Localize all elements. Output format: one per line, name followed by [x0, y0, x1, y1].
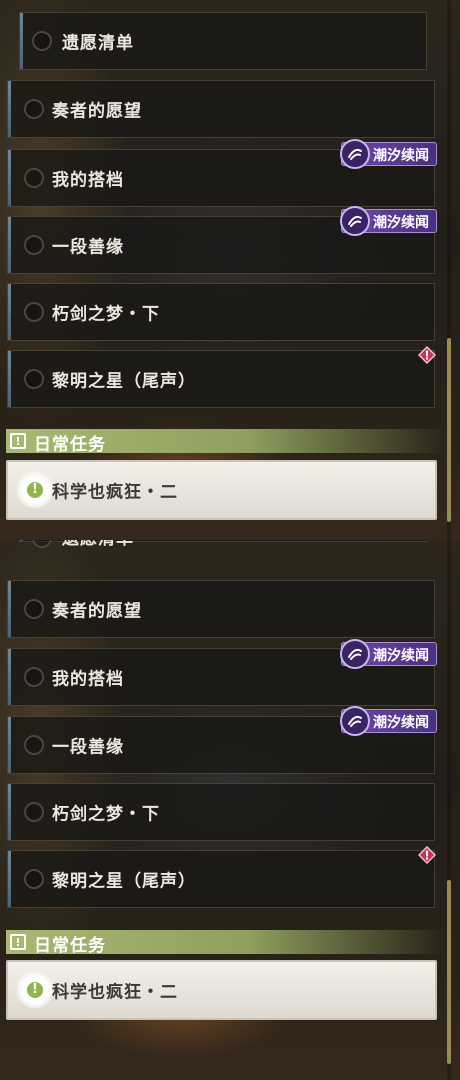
quest-radio	[24, 869, 44, 889]
quest-item-dawn-star[interactable]: 黎明之星（尾声）	[7, 850, 435, 908]
quest-label: 遗愿清单	[62, 540, 134, 549]
daily-section-header: ! 日常任务	[6, 930, 446, 956]
quest-label: 一段善缘	[52, 737, 124, 758]
daily-quest-label: 科学也疯狂・二	[52, 482, 178, 503]
quest-label: 奏者的愿望	[52, 601, 142, 622]
quest-label: 我的搭档	[52, 669, 124, 690]
quest-radio	[24, 802, 44, 822]
tidal-tag: 潮汐续闻	[340, 706, 437, 736]
tidal-tag: 潮汐续闻	[340, 206, 437, 236]
quest-radio	[24, 599, 44, 619]
tidal-swirl-icon	[340, 206, 370, 236]
exclamation-circle-icon: !	[16, 971, 54, 1009]
daily-quest-item[interactable]: ! 科学也疯狂・二	[6, 460, 437, 520]
quest-item-dawn-star[interactable]: 黎明之星（尾声）	[7, 350, 435, 408]
quest-radio	[24, 735, 44, 755]
quest-item-wish-list[interactable]: 遗愿清单	[19, 12, 427, 70]
tidal-swirl-icon	[340, 706, 370, 736]
daily-quest-label: 科学也疯狂・二	[52, 982, 178, 1003]
quest-label: 黎明之星（尾声）	[52, 371, 196, 392]
quest-label: 遗愿清单	[62, 33, 134, 54]
section-title: 日常任务	[34, 435, 106, 455]
quest-radio	[32, 31, 52, 51]
tag-text: 潮汐续闻	[373, 148, 429, 164]
quest-radio	[24, 667, 44, 687]
exclamation-circle-icon: !	[16, 471, 54, 509]
section-title: 日常任务	[34, 936, 106, 956]
quest-label: 我的搭档	[52, 170, 124, 191]
tidal-swirl-icon	[340, 139, 370, 169]
exclamation-box-icon: !	[10, 433, 26, 449]
quest-radio	[24, 302, 44, 322]
quest-radio	[32, 540, 52, 548]
quest-item-performer-wish[interactable]: 奏者的愿望	[7, 80, 435, 138]
quest-item-rotten-sword[interactable]: 朽剑之梦・下	[7, 283, 435, 341]
exclamation-diamond-icon	[418, 346, 436, 364]
tidal-tag: 潮汐续闻	[340, 139, 437, 169]
quest-radio	[24, 99, 44, 119]
tidal-tag: 潮汐续闻	[340, 639, 437, 669]
daily-section-header: ! 日常任务	[6, 429, 446, 455]
quest-label: 一段善缘	[52, 237, 124, 258]
exclamation-diamond-icon	[418, 846, 436, 864]
quest-item-wish-list[interactable]: 遗愿清单	[19, 540, 427, 549]
quest-label: 黎明之星（尾声）	[52, 871, 196, 892]
exclamation-box-icon: !	[10, 934, 26, 950]
quest-radio	[24, 235, 44, 255]
quest-label: 奏者的愿望	[52, 101, 142, 122]
scrollbar-thumb[interactable]	[447, 880, 451, 1064]
quest-label: 朽剑之梦・下	[52, 804, 160, 825]
tidal-swirl-icon	[340, 639, 370, 669]
quest-radio	[24, 369, 44, 389]
quest-list-panel: 遗愿清单 奏者的愿望 我的搭档 潮汐续闻 一段善缘 潮汐续闻 朽剑之梦・下 黎明…	[0, 540, 460, 1080]
quest-list-panel: 遗愿清单 奏者的愿望 我的搭档 潮汐续闻 一段善缘 潮汐续闻 朽剑之梦・下 黎明…	[0, 0, 460, 540]
scrollbar-thumb[interactable]	[447, 338, 451, 522]
tag-text: 潮汐续闻	[373, 715, 429, 731]
quest-label: 朽剑之梦・下	[52, 304, 160, 325]
daily-quest-item[interactable]: ! 科学也疯狂・二	[6, 960, 437, 1020]
quest-item-performer-wish[interactable]: 奏者的愿望	[7, 580, 435, 638]
tag-text: 潮汐续闻	[373, 215, 429, 231]
tag-text: 潮汐续闻	[373, 648, 429, 664]
quest-radio	[24, 168, 44, 188]
quest-item-rotten-sword[interactable]: 朽剑之梦・下	[7, 783, 435, 841]
